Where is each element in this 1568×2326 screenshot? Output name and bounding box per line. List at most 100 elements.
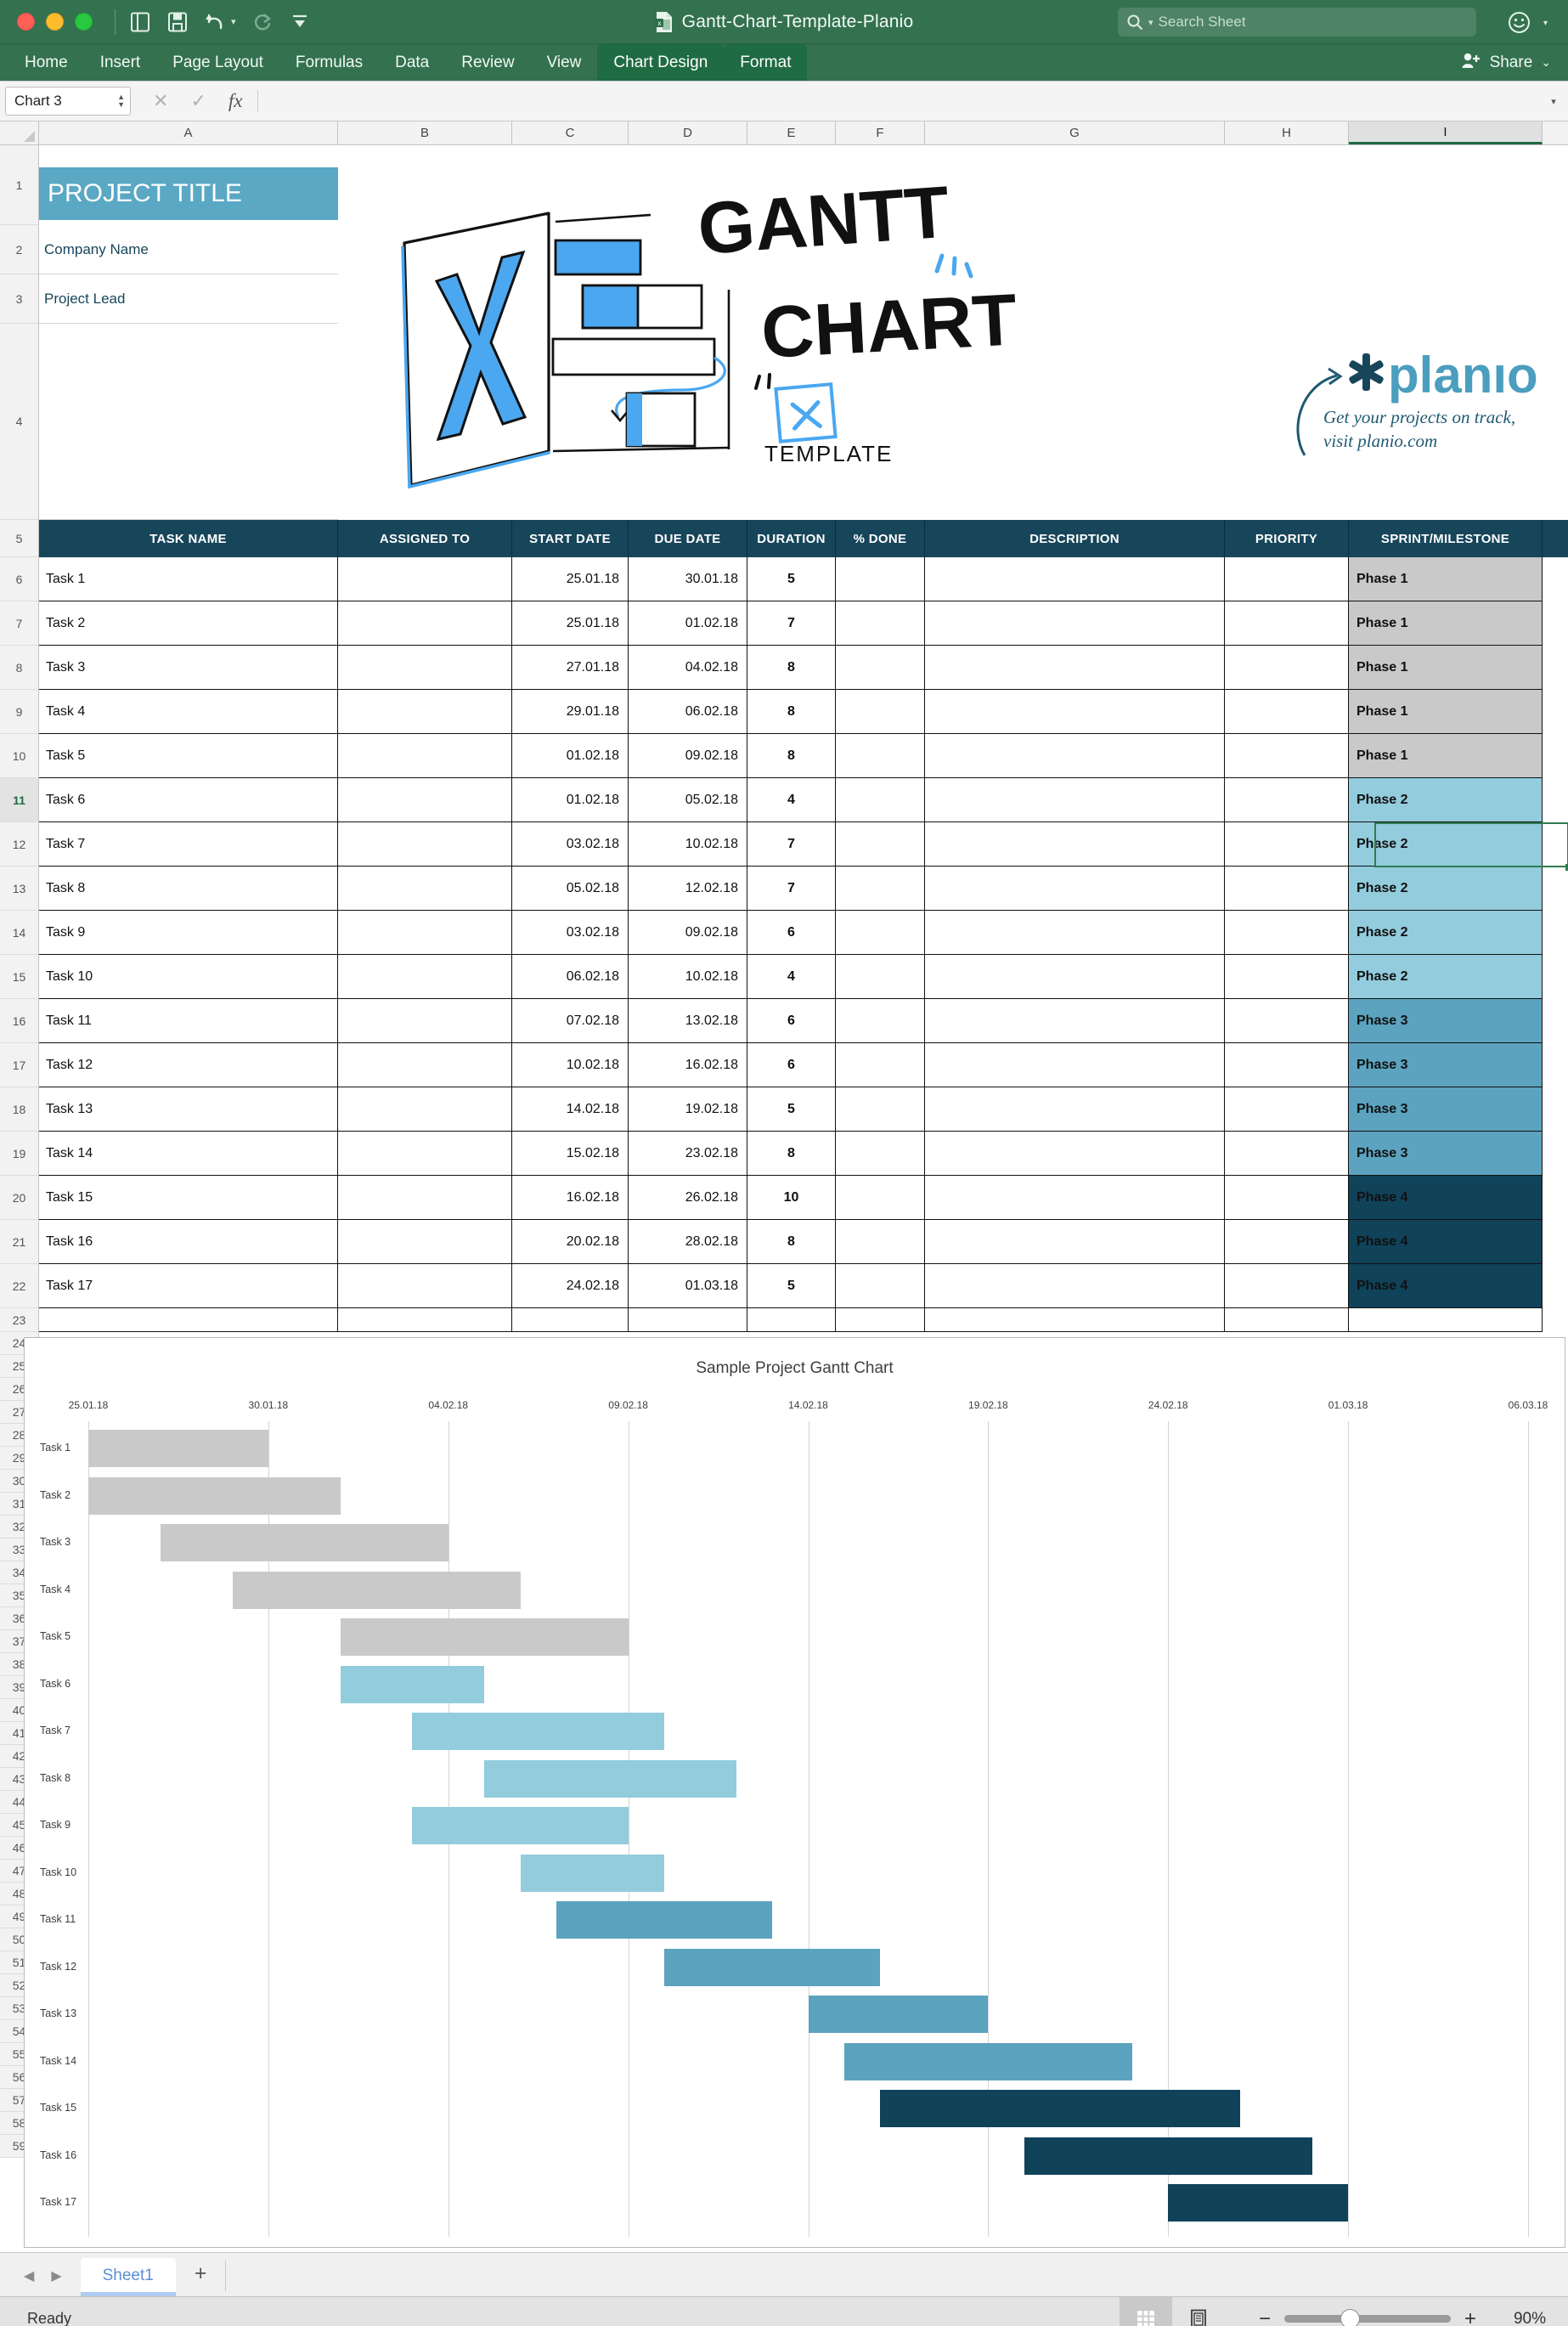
cell-percent-done[interactable] xyxy=(836,1264,925,1308)
cell-assigned-to[interactable] xyxy=(338,1220,512,1264)
cell-assigned-to[interactable] xyxy=(338,778,512,822)
cell-duration[interactable]: 4 xyxy=(747,778,836,822)
column-header-f[interactable]: F xyxy=(836,121,925,144)
cell-assigned-to[interactable] xyxy=(338,955,512,999)
name-box-spinner-icon[interactable]: ▲ ▼ xyxy=(117,93,125,109)
minimize-window-button[interactable] xyxy=(46,13,64,31)
cell-percent-done[interactable] xyxy=(836,1043,925,1087)
cell-due-date[interactable]: 10.02.18 xyxy=(629,955,747,999)
cell-priority[interactable] xyxy=(1225,778,1349,822)
gantt-bar[interactable] xyxy=(160,1524,448,1561)
row-header-2[interactable]: 2 xyxy=(0,225,38,274)
cell-priority[interactable] xyxy=(1225,1220,1349,1264)
cell-percent-done[interactable] xyxy=(836,867,925,911)
cell-description[interactable] xyxy=(925,999,1225,1043)
row-header-16[interactable]: 16 xyxy=(0,999,38,1043)
undo-icon[interactable] xyxy=(204,11,226,33)
cell-percent-done[interactable] xyxy=(836,601,925,646)
cell-percent-done[interactable] xyxy=(836,646,925,690)
cell-description[interactable] xyxy=(925,690,1225,734)
cell-priority[interactable] xyxy=(1225,690,1349,734)
cell-task-name[interactable]: Task 5 xyxy=(39,734,338,778)
gantt-bar[interactable] xyxy=(340,1665,485,1703)
cell-due-date[interactable]: 01.03.18 xyxy=(629,1264,747,1308)
sheet-tab-sheet1[interactable]: Sheet1 xyxy=(80,2258,176,2296)
cell-due-date[interactable]: 23.02.18 xyxy=(629,1132,747,1176)
cell-priority[interactable] xyxy=(1225,999,1349,1043)
cell-percent-done[interactable] xyxy=(836,1220,925,1264)
cell-task-name[interactable]: Task 12 xyxy=(39,1043,338,1087)
cell-sprint-milestone[interactable]: Phase 1 xyxy=(1349,601,1543,646)
gantt-bar[interactable] xyxy=(843,2042,1132,2080)
column-header-i[interactable]: I xyxy=(1349,121,1543,144)
table-row[interactable]: Task 11 07.02.18 13.02.18 6 Phase 3 xyxy=(39,999,1568,1043)
tab-page-layout[interactable]: Page Layout xyxy=(156,44,279,81)
row-header-9[interactable]: 9 xyxy=(0,690,38,734)
cell-sprint-milestone[interactable]: Phase 3 xyxy=(1349,999,1543,1043)
cell-start-date[interactable]: 07.02.18 xyxy=(512,999,629,1043)
cell-sprint-milestone[interactable]: Phase 4 xyxy=(1349,1220,1543,1264)
cell-assigned-to[interactable] xyxy=(338,1176,512,1220)
row-header-10[interactable]: 10 xyxy=(0,734,38,778)
share-label[interactable]: Share xyxy=(1490,54,1533,72)
table-row[interactable]: Task 9 03.02.18 09.02.18 6 Phase 2 xyxy=(39,911,1568,955)
cell-percent-done[interactable] xyxy=(836,1132,925,1176)
cell-task-name[interactable]: Task 11 xyxy=(39,999,338,1043)
cell-assigned-to[interactable] xyxy=(338,734,512,778)
gantt-bar[interactable] xyxy=(412,1807,629,1844)
cell-duration[interactable]: 5 xyxy=(747,1264,836,1308)
cell-percent-done[interactable] xyxy=(836,690,925,734)
cell-description[interactable] xyxy=(925,601,1225,646)
cell-assigned-to[interactable] xyxy=(338,557,512,601)
cell-start-date[interactable]: 03.02.18 xyxy=(512,911,629,955)
redo-icon[interactable] xyxy=(251,11,274,33)
zoom-in-button[interactable]: + xyxy=(1464,2307,1476,2326)
cell-task-name[interactable]: Task 17 xyxy=(39,1264,338,1308)
cell-percent-done[interactable] xyxy=(836,999,925,1043)
table-row[interactable]: Task 14 15.02.18 23.02.18 8 Phase 3 xyxy=(39,1132,1568,1176)
gantt-bar[interactable] xyxy=(556,1901,773,1939)
cell-sprint-milestone[interactable]: Phase 2 xyxy=(1349,955,1543,999)
gantt-bar[interactable] xyxy=(664,1948,881,1986)
cell-priority[interactable] xyxy=(1225,557,1349,601)
cell-sprint-milestone[interactable]: Phase 1 xyxy=(1349,734,1543,778)
cell-priority[interactable] xyxy=(1225,1087,1349,1132)
cell-sprint-milestone[interactable]: Phase 1 xyxy=(1349,557,1543,601)
cell-task-name[interactable]: Task 8 xyxy=(39,867,338,911)
cell-assigned-to[interactable] xyxy=(338,999,512,1043)
cell-start-date[interactable]: 01.02.18 xyxy=(512,778,629,822)
cell-percent-done[interactable] xyxy=(836,557,925,601)
cell-task-name[interactable]: Task 13 xyxy=(39,1087,338,1132)
cell-start-date[interactable]: 06.02.18 xyxy=(512,955,629,999)
gantt-bar[interactable] xyxy=(484,1759,736,1798)
row-header-22[interactable]: 22 xyxy=(0,1264,38,1308)
cell-due-date[interactable]: 06.02.18 xyxy=(629,690,747,734)
cell-priority[interactable] xyxy=(1225,911,1349,955)
cell-description[interactable] xyxy=(925,557,1225,601)
table-row[interactable]: Task 4 29.01.18 06.02.18 8 Phase 1 xyxy=(39,690,1568,734)
cell-priority[interactable] xyxy=(1225,646,1349,690)
cell-due-date[interactable]: 19.02.18 xyxy=(629,1087,747,1132)
column-header-e[interactable]: E xyxy=(747,121,836,144)
cell-percent-done[interactable] xyxy=(836,734,925,778)
gantt-bar[interactable] xyxy=(808,1996,989,2033)
table-row[interactable]: Task 5 01.02.18 09.02.18 8 Phase 1 xyxy=(39,734,1568,778)
normal-view-button[interactable] xyxy=(1119,2297,1172,2326)
table-row[interactable]: Task 6 01.02.18 05.02.18 4 Phase 2 xyxy=(39,778,1568,822)
formula-input[interactable] xyxy=(258,82,1539,121)
gantt-bar[interactable] xyxy=(520,1854,664,1892)
feedback-caret-icon[interactable]: ▾ xyxy=(1543,19,1548,28)
cell-assigned-to[interactable] xyxy=(338,822,512,867)
cell-duration[interactable]: 7 xyxy=(747,601,836,646)
tab-home[interactable]: Home xyxy=(8,44,84,81)
cell-sprint-milestone[interactable]: Phase 3 xyxy=(1349,1087,1543,1132)
cell-due-date[interactable]: 30.01.18 xyxy=(629,557,747,601)
cell-description[interactable] xyxy=(925,778,1225,822)
cell-sprint-milestone[interactable]: Phase 3 xyxy=(1349,1043,1543,1087)
tab-chart-design[interactable]: Chart Design xyxy=(597,44,725,81)
row-header-18[interactable]: 18 xyxy=(0,1087,38,1132)
cell-percent-done[interactable] xyxy=(836,778,925,822)
row-header-21[interactable]: 21 xyxy=(0,1220,38,1264)
cell-task-name[interactable]: Task 10 xyxy=(39,955,338,999)
cell-duration[interactable]: 5 xyxy=(747,1087,836,1132)
